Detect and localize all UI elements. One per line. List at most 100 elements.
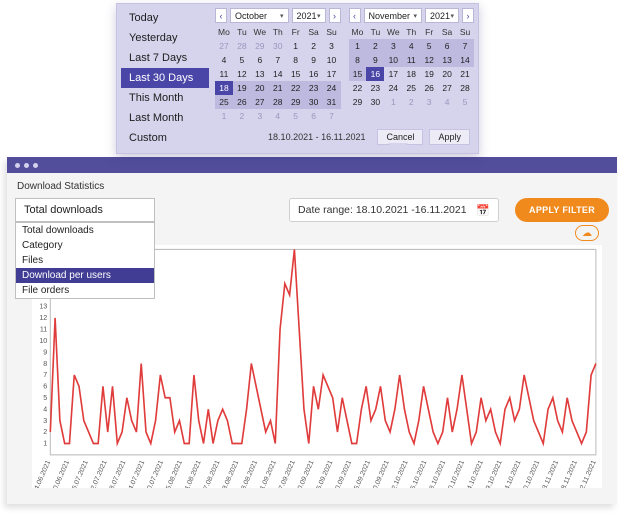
metric-option[interactable]: Download per users: [16, 268, 154, 283]
day[interactable]: 26: [233, 95, 251, 109]
next-month-button[interactable]: ›: [462, 8, 474, 23]
day[interactable]: 5: [420, 39, 438, 53]
day-other-month[interactable]: 30: [269, 39, 287, 53]
day[interactable]: 25: [215, 95, 233, 109]
day-other-month[interactable]: 3: [420, 95, 438, 109]
day[interactable]: 17: [323, 67, 341, 81]
day[interactable]: 15: [287, 67, 305, 81]
day-other-month[interactable]: 3: [251, 109, 269, 123]
day-other-month[interactable]: 7: [323, 109, 341, 123]
year-select[interactable]: 2021 ▾: [292, 8, 326, 23]
day[interactable]: 29: [287, 95, 305, 109]
prev-month-button[interactable]: ‹: [349, 8, 361, 23]
day[interactable]: 12: [420, 53, 438, 67]
day[interactable]: 10: [384, 53, 402, 67]
day-other-month[interactable]: 2: [233, 109, 251, 123]
cloud-download-icon[interactable]: ☁: [575, 225, 599, 241]
day[interactable]: 20: [251, 81, 269, 95]
cancel-button[interactable]: Cancel: [377, 129, 423, 145]
day[interactable]: 16: [366, 67, 384, 81]
day[interactable]: 4: [402, 39, 420, 53]
metric-option[interactable]: Category: [16, 238, 154, 253]
day[interactable]: 10: [323, 53, 341, 67]
day[interactable]: 2: [305, 39, 323, 53]
day[interactable]: 21: [269, 81, 287, 95]
day[interactable]: 2: [366, 39, 384, 53]
day[interactable]: 3: [384, 39, 402, 53]
day[interactable]: 17: [384, 67, 402, 81]
preset-item[interactable]: Today: [121, 8, 209, 28]
metric-option[interactable]: Files: [16, 253, 154, 268]
day[interactable]: 22: [349, 81, 367, 95]
day-other-month[interactable]: 1: [384, 95, 402, 109]
day[interactable]: 14: [269, 67, 287, 81]
day[interactable]: 7: [456, 39, 474, 53]
day[interactable]: 9: [305, 53, 323, 67]
day[interactable]: 18: [215, 81, 233, 95]
day[interactable]: 23: [366, 81, 384, 95]
day[interactable]: 15: [349, 67, 367, 81]
preset-item[interactable]: Last 7 Days: [121, 48, 209, 68]
day[interactable]: 5: [233, 53, 251, 67]
metric-option[interactable]: File orders: [16, 283, 154, 298]
day[interactable]: 19: [233, 81, 251, 95]
metric-select[interactable]: Total downloads Total downloadsCategoryF…: [15, 198, 155, 222]
day-other-month[interactable]: 4: [438, 95, 456, 109]
day[interactable]: 18: [402, 67, 420, 81]
apply-button[interactable]: Apply: [429, 129, 470, 145]
day-other-month[interactable]: 27: [215, 39, 233, 53]
preset-item[interactable]: This Month: [121, 88, 209, 108]
day[interactable]: 6: [438, 39, 456, 53]
day[interactable]: 26: [420, 81, 438, 95]
day[interactable]: 30: [305, 95, 323, 109]
day[interactable]: 27: [438, 81, 456, 95]
preset-item[interactable]: Custom: [121, 128, 209, 148]
day-other-month[interactable]: 1: [215, 109, 233, 123]
day[interactable]: 12: [233, 67, 251, 81]
day[interactable]: 13: [438, 53, 456, 67]
day[interactable]: 29: [349, 95, 367, 109]
day-other-month[interactable]: 5: [456, 95, 474, 109]
day-other-month[interactable]: 6: [305, 109, 323, 123]
day[interactable]: 30: [366, 95, 384, 109]
day[interactable]: 8: [349, 53, 367, 67]
day[interactable]: 19: [420, 67, 438, 81]
day-other-month[interactable]: 28: [233, 39, 251, 53]
month-select[interactable]: October ▾: [230, 8, 289, 23]
day[interactable]: 6: [251, 53, 269, 67]
preset-item[interactable]: Last Month: [121, 108, 209, 128]
month-select[interactable]: November ▾: [364, 8, 423, 23]
day[interactable]: 20: [438, 67, 456, 81]
day-other-month[interactable]: 29: [251, 39, 269, 53]
preset-item[interactable]: Last 30 Days: [121, 68, 209, 88]
day[interactable]: 7: [269, 53, 287, 67]
day[interactable]: 1: [349, 39, 367, 53]
day-other-month[interactable]: 2: [402, 95, 420, 109]
day[interactable]: 11: [402, 53, 420, 67]
day[interactable]: 27: [251, 95, 269, 109]
day[interactable]: 3: [323, 39, 341, 53]
day[interactable]: 24: [323, 81, 341, 95]
day[interactable]: 31: [323, 95, 341, 109]
day[interactable]: 14: [456, 53, 474, 67]
day[interactable]: 21: [456, 67, 474, 81]
day-other-month[interactable]: 4: [269, 109, 287, 123]
day[interactable]: 23: [305, 81, 323, 95]
day[interactable]: 25: [402, 81, 420, 95]
day[interactable]: 16: [305, 67, 323, 81]
apply-filter-button[interactable]: APPLY FILTER: [515, 198, 609, 222]
day[interactable]: 11: [215, 67, 233, 81]
date-range-input[interactable]: Date range: 18.10.2021 -16.11.2021 📅: [289, 198, 499, 222]
metric-option[interactable]: Total downloads: [16, 223, 154, 238]
day[interactable]: 13: [251, 67, 269, 81]
day[interactable]: 4: [215, 53, 233, 67]
day[interactable]: 8: [287, 53, 305, 67]
day[interactable]: 28: [456, 81, 474, 95]
preset-item[interactable]: Yesterday: [121, 28, 209, 48]
day[interactable]: 24: [384, 81, 402, 95]
prev-month-button[interactable]: ‹: [215, 8, 227, 23]
day[interactable]: 28: [269, 95, 287, 109]
day[interactable]: 22: [287, 81, 305, 95]
day[interactable]: 1: [287, 39, 305, 53]
day[interactable]: 9: [366, 53, 384, 67]
